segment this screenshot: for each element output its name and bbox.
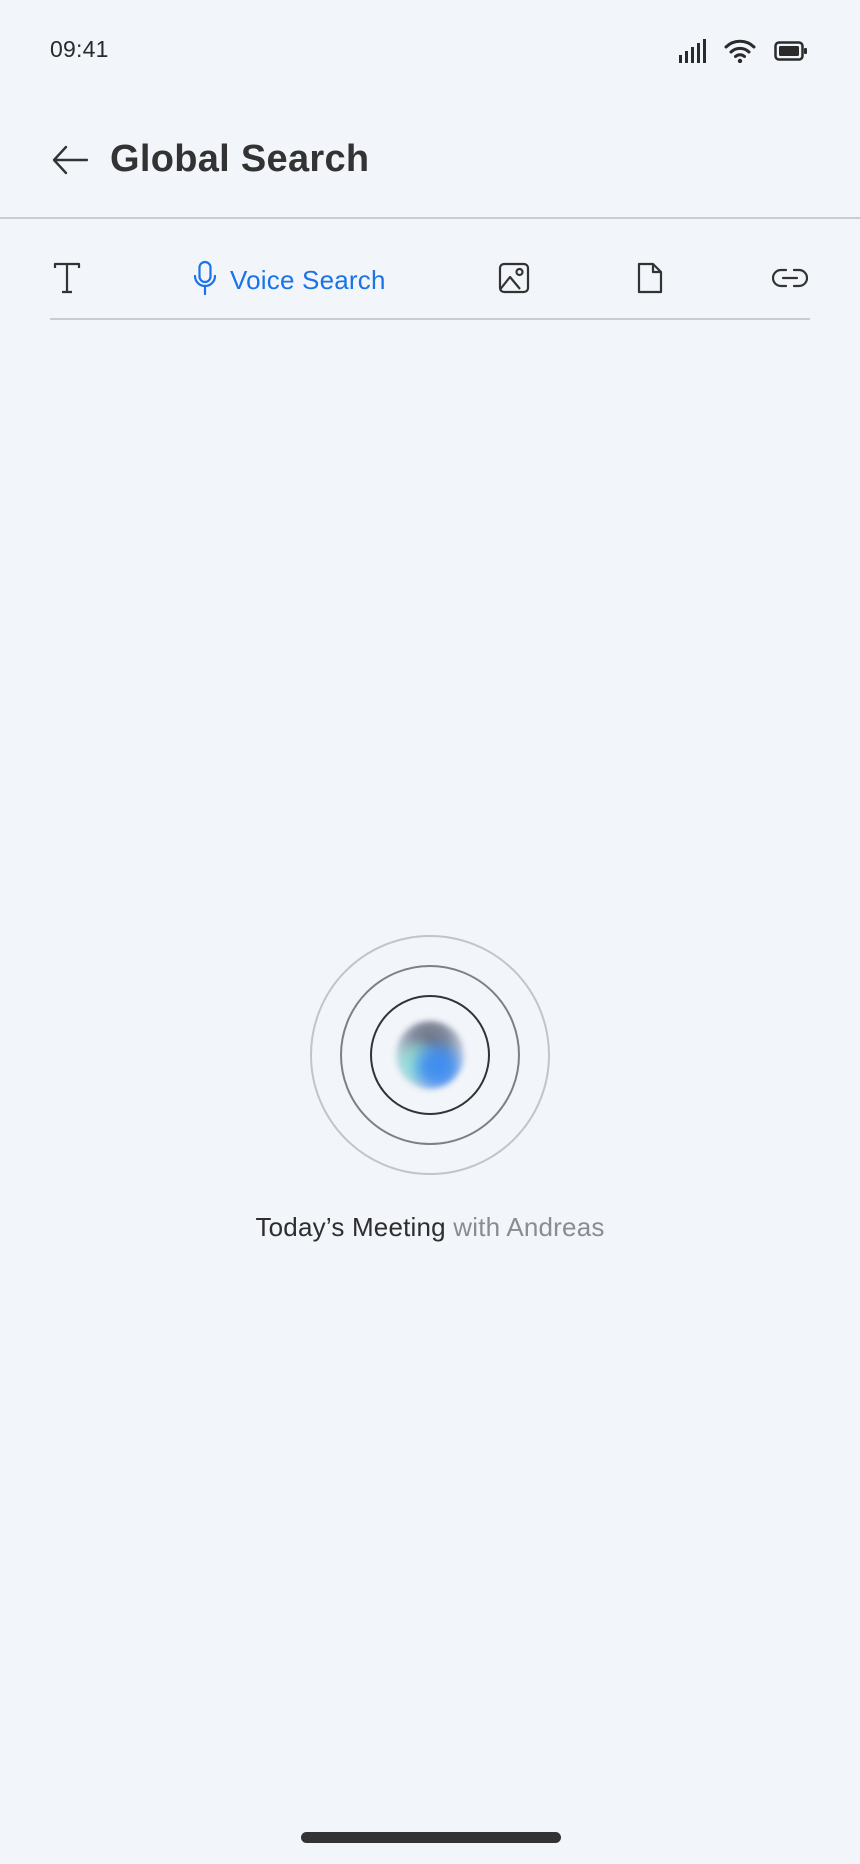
voice-listening-indicator xyxy=(0,930,860,1180)
home-indicator[interactable] xyxy=(301,1832,561,1843)
status-icons xyxy=(678,36,808,66)
back-button[interactable] xyxy=(48,140,92,184)
microphone-icon xyxy=(192,260,218,301)
link-icon xyxy=(771,265,809,296)
tab-text[interactable] xyxy=(52,250,82,310)
tab-voice-search-label: Voice Search xyxy=(230,264,386,295)
signal-icon xyxy=(678,39,706,63)
text-icon xyxy=(52,261,82,300)
tab-file[interactable] xyxy=(636,250,664,310)
tabs-divider xyxy=(50,318,810,320)
header-divider xyxy=(0,217,860,219)
file-icon xyxy=(636,261,664,300)
transcript-pending: with Andreas xyxy=(453,1212,605,1242)
status-bar: 09:41 xyxy=(0,0,860,100)
arrow-left-icon xyxy=(51,145,89,180)
tab-image[interactable] xyxy=(498,250,530,310)
transcript-recognized: Today’s Meeting xyxy=(255,1212,446,1242)
voice-orb-icon[interactable] xyxy=(396,1021,464,1089)
image-icon xyxy=(498,262,530,299)
voice-search-screen: 09:41 Global Search Voice Search Today’s… xyxy=(0,0,860,1864)
wifi-icon xyxy=(724,39,756,63)
status-time: 09:41 xyxy=(50,36,109,62)
tab-voice-search[interactable]: Voice Search xyxy=(192,250,386,310)
voice-transcript: Today’s Meeting with Andreas xyxy=(0,1212,860,1243)
battery-icon xyxy=(774,40,808,62)
search-mode-tabs: Voice Search xyxy=(50,250,810,320)
header: Global Search xyxy=(0,120,860,220)
page-title: Global Search xyxy=(110,138,370,180)
tab-link[interactable] xyxy=(771,250,809,310)
